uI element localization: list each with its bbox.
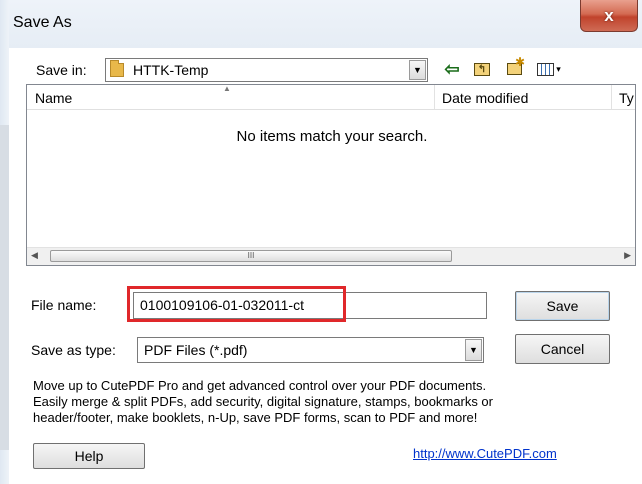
sort-ascending-icon: ▲	[223, 84, 231, 93]
column-header-name[interactable]: Name	[35, 90, 72, 106]
save-as-type-label: Save as type:	[31, 342, 116, 358]
save-in-label: Save in:	[36, 62, 87, 78]
scroll-left-icon[interactable]: ◀	[31, 250, 38, 261]
promo-line: Move up to CutePDF Pro and get advanced …	[33, 378, 487, 393]
parent-window-panel	[0, 125, 9, 450]
cancel-button[interactable]: Cancel	[515, 334, 610, 364]
window-title: Save As	[13, 14, 72, 31]
promo-line: Easily merge & split PDFs, add security,…	[33, 394, 493, 409]
back-arrow-icon[interactable]: ⇦	[440, 57, 464, 81]
save-button[interactable]: Save	[515, 291, 610, 321]
column-header-type[interactable]: Ty	[619, 90, 634, 106]
parent-window-edge	[0, 0, 9, 484]
empty-list-message: No items match your search.	[236, 128, 428, 145]
close-button[interactable]: x	[580, 0, 638, 32]
save-as-type-value: PDF Files (*.pdf)	[144, 342, 248, 358]
help-button[interactable]: Help	[33, 443, 145, 469]
scrollbar-thumb[interactable]: III	[50, 250, 452, 262]
file-name-field[interactable]	[133, 292, 487, 319]
cutepdf-link[interactable]: http://www.CutePDF.com	[413, 446, 557, 461]
save-in-value: HTTK-Temp	[133, 62, 209, 78]
file-list[interactable]: Name ▲ Date modified Ty No items match y…	[26, 84, 636, 266]
column-header-row: Name ▲ Date modified Ty	[27, 85, 635, 110]
column-divider[interactable]	[611, 85, 612, 109]
new-folder-icon[interactable]: ✱	[500, 55, 528, 81]
chevron-down-icon[interactable]: ▼	[409, 60, 426, 80]
close-icon: x	[604, 5, 614, 25]
chevron-down-icon[interactable]: ▼	[465, 339, 482, 361]
file-name-input[interactable]	[140, 296, 470, 314]
promo-line: header/footer, make booklets, n-Up, save…	[33, 410, 478, 425]
file-name-label: File name:	[31, 297, 97, 313]
promo-text: Move up to CutePDF Pro and get advanced …	[33, 378, 623, 426]
title-bar: Save As x	[9, 0, 642, 48]
folder-icon	[110, 60, 124, 77]
horizontal-scrollbar[interactable]: ◀ III ▶	[27, 247, 635, 265]
save-as-type-dropdown[interactable]: PDF Files (*.pdf) ▼	[137, 337, 484, 363]
scroll-right-icon[interactable]: ▶	[624, 250, 631, 261]
save-in-dropdown[interactable]: HTTK-Temp ▼	[105, 58, 428, 82]
column-header-date-modified[interactable]: Date modified	[442, 90, 528, 106]
views-menu-icon[interactable]: ▾	[532, 57, 566, 81]
up-folder-icon[interactable]: ↰	[470, 57, 494, 81]
column-divider[interactable]	[434, 85, 435, 109]
